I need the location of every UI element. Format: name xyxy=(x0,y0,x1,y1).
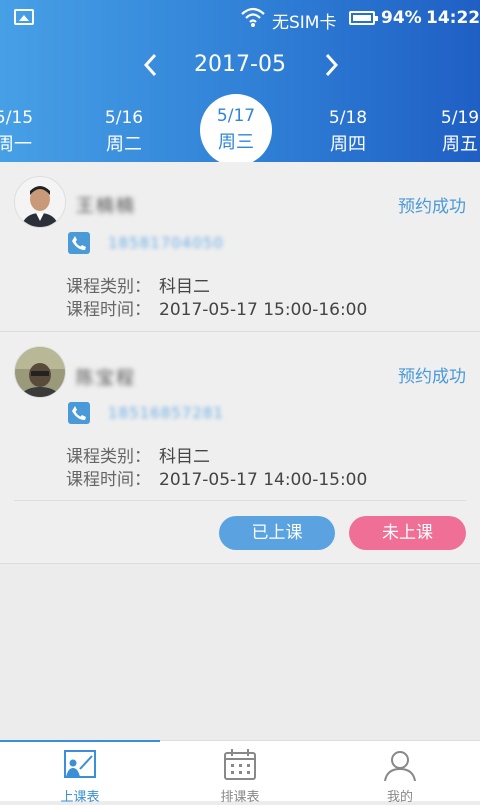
phone-number[interactable]: 18581704050 xyxy=(108,234,224,252)
month-selector: 2017-05 xyxy=(0,46,480,86)
phone-number[interactable]: 18516857281 xyxy=(108,404,224,422)
day-date: 5/18 xyxy=(328,108,368,128)
student-name: 陈宝程 xyxy=(76,368,136,389)
day-item[interactable]: 5/16 周二 xyxy=(88,96,160,162)
sim-status: 无SIM卡 xyxy=(272,13,337,33)
course-type-label: 课程类别： xyxy=(66,277,151,297)
tab-label: 上课表 xyxy=(60,790,100,805)
course-time-label: 课程时间： xyxy=(66,300,151,320)
student-photo xyxy=(15,177,65,227)
day-item-selected[interactable]: 5/17 周三 xyxy=(200,94,272,162)
student-name: 王楠楠 xyxy=(76,196,136,217)
bottom-tab-bar: 上课表 排课表 我的 xyxy=(0,740,480,805)
user-icon xyxy=(384,751,416,782)
booking-card[interactable]: 陈宝程 预约成功 18516857281 课程类别： 科目二 课程时间： 2017-… xyxy=(0,332,480,564)
next-month-button[interactable] xyxy=(316,50,346,80)
course-time-row: 课程时间： 2017-05-17 14:00-15:00 xyxy=(66,465,367,490)
divider xyxy=(14,500,466,501)
day-date: 5/15 xyxy=(0,108,34,128)
day-date: 5/16 xyxy=(104,108,144,128)
header: 无SIM卡 94% 14:22 2017-05 5/15 周一 5/16 周二 … xyxy=(0,0,480,162)
course-time-label: 课程时间： xyxy=(66,470,151,490)
course-type-label: 课程类别： xyxy=(66,447,151,467)
day-weekday: 周四 xyxy=(330,134,366,155)
booking-status: 预约成功 xyxy=(398,367,466,387)
phone-icon[interactable] xyxy=(68,402,90,424)
battery-percent: 94% xyxy=(381,8,422,28)
course-type-row: 课程类别： 科目二 xyxy=(66,442,210,467)
tab-schedule-plan[interactable]: 排课表 xyxy=(160,741,320,805)
avatar xyxy=(14,346,66,398)
wifi-icon xyxy=(241,7,265,27)
prev-month-button[interactable] xyxy=(136,50,166,80)
absent-button[interactable]: 未上课 xyxy=(349,516,466,550)
day-weekday: 周五 xyxy=(442,134,478,155)
attended-button[interactable]: 已上课 xyxy=(219,516,335,550)
tab-class-schedule[interactable]: 上课表 xyxy=(0,740,160,805)
day-date: 5/17 xyxy=(216,106,256,126)
clock: 14:22 xyxy=(426,8,480,28)
booking-status: 预约成功 xyxy=(398,197,466,217)
class-schedule-icon xyxy=(64,750,96,778)
day-weekday: 周一 xyxy=(0,134,32,155)
day-item[interactable]: 5/19 周五 xyxy=(424,96,480,162)
current-month: 2017-05 xyxy=(194,52,286,77)
course-type-row: 课程类别： 科目二 xyxy=(66,272,210,297)
status-bar: 无SIM卡 94% 14:22 xyxy=(0,0,480,36)
course-type-value: 科目二 xyxy=(159,277,210,297)
day-date: 5/19 xyxy=(440,108,480,128)
booking-card[interactable]: 王楠楠 预约成功 18581704050 课程类别： 科目二 课程时间： 2017-… xyxy=(0,162,480,332)
tab-label: 排课表 xyxy=(220,790,260,805)
day-weekday: 周三 xyxy=(218,132,254,153)
tab-label: 我的 xyxy=(386,790,413,805)
day-strip: 5/15 周一 5/16 周二 5/17 周三 5/18 周四 5/19 周五 xyxy=(0,94,480,162)
phone-icon[interactable] xyxy=(68,232,90,254)
course-time-row: 课程时间： 2017-05-17 15:00-16:00 xyxy=(66,295,367,320)
course-type-value: 科目二 xyxy=(159,447,210,467)
gallery-notification-icon xyxy=(14,9,34,25)
battery-icon xyxy=(349,11,378,25)
avatar xyxy=(14,176,66,228)
chevron-left-icon xyxy=(143,53,157,77)
calendar-icon xyxy=(224,749,256,780)
day-item[interactable]: 5/15 周一 xyxy=(0,96,50,162)
tab-mine[interactable]: 我的 xyxy=(320,741,480,805)
student-photo xyxy=(15,347,65,397)
chevron-right-icon xyxy=(325,53,339,77)
course-time-value: 2017-05-17 15:00-16:00 xyxy=(159,300,368,320)
course-time-value: 2017-05-17 14:00-15:00 xyxy=(159,470,368,490)
day-weekday: 周二 xyxy=(106,134,142,155)
day-item[interactable]: 5/18 周四 xyxy=(312,96,384,162)
